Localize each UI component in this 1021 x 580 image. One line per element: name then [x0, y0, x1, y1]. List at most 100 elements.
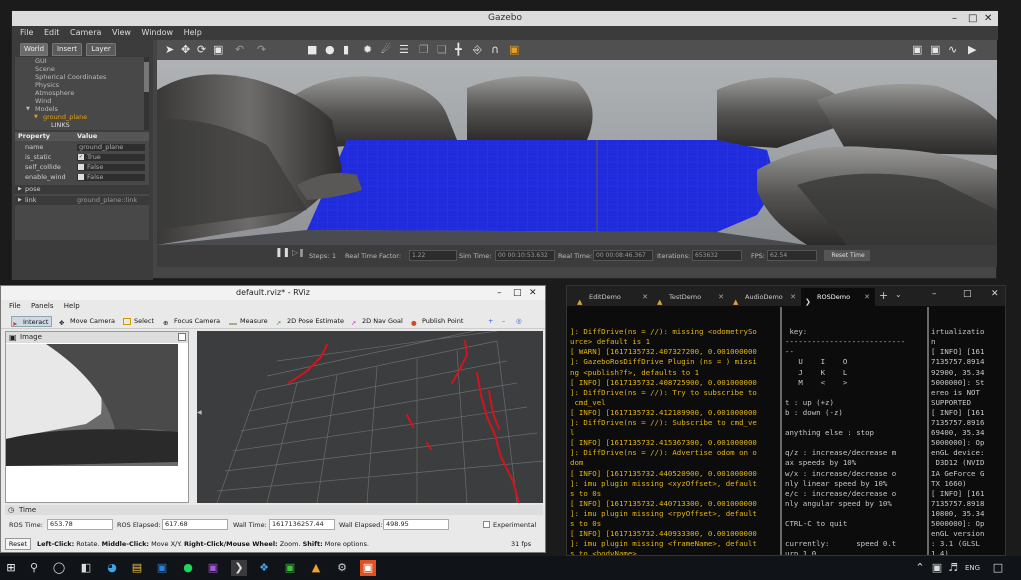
select-arrow-icon[interactable]: ➤	[165, 44, 174, 56]
close-icon[interactable]: ✕	[984, 11, 992, 26]
terminal-pane-gazebo-log[interactable]: ]: DiffDrive(ns = //): missing <odometry…	[570, 307, 778, 555]
gear-app-icon[interactable]: ⚙	[334, 560, 350, 576]
collapse-left-icon[interactable]: ◀	[197, 409, 203, 416]
translate-icon[interactable]: ✥	[181, 44, 190, 56]
minimize-icon[interactable]: –	[952, 11, 957, 26]
close-tab-icon[interactable]: ✕	[718, 288, 724, 306]
close-icon[interactable]: ✕	[529, 286, 537, 300]
panel-close-icon[interactable]	[178, 333, 186, 341]
remove-tool-icon[interactable]: –	[491, 316, 505, 327]
undo-icon[interactable]: ↶	[235, 44, 244, 56]
tool-interact[interactable]: ➤ Interact	[11, 316, 53, 328]
menu-view[interactable]: View	[112, 28, 131, 37]
onenote-icon[interactable]: ▣	[205, 560, 221, 576]
property-value[interactable]: ✓ True	[77, 154, 145, 161]
search-icon[interactable]: ⚲	[26, 560, 42, 576]
maximize-icon[interactable]: □	[513, 286, 522, 300]
terminal-pane-teleop[interactable]: key: --------------------------- -- U I …	[785, 307, 925, 555]
tab-testdemo[interactable]: ▲ TestDemo ✕	[653, 288, 729, 306]
ros-elapsed-field[interactable]: 617.68	[162, 519, 228, 530]
tab-audiodemo[interactable]: ▲ AudioDemo ✕	[729, 288, 801, 306]
copy-icon[interactable]: ❐	[419, 44, 429, 56]
menu-window[interactable]: Window	[141, 28, 173, 37]
checkbox-unchecked-icon[interactable]	[78, 164, 84, 170]
tree-scrollbar[interactable]	[144, 57, 149, 130]
terminal-taskbar-icon[interactable]: ❯	[231, 560, 247, 576]
scale-icon[interactable]: ▣	[213, 44, 223, 56]
expand-arrow-icon[interactable]: ▼	[26, 105, 30, 113]
language-indicator[interactable]: ENG	[965, 564, 980, 572]
checkbox-checked-icon[interactable]: ✓	[78, 154, 84, 160]
tree-item-physics[interactable]: Physics	[15, 81, 149, 89]
tray-arrow-icon[interactable]: ⌃	[912, 560, 928, 576]
tool-2d-pose-estimate[interactable]: ➚ 2D Pose Estimate	[276, 316, 344, 327]
start-icon[interactable]: ⊞	[3, 560, 19, 576]
outlook-icon[interactable]: ▣	[154, 560, 170, 576]
pause-icon[interactable]: ❚❚	[275, 248, 290, 258]
align-icon[interactable]: ╋	[455, 44, 462, 56]
network-icon[interactable]: ▣	[929, 560, 945, 576]
tab-insert[interactable]: Insert	[52, 43, 82, 56]
tool-focus-camera[interactable]: ⊕ Focus Camera	[163, 316, 220, 327]
expand-arrow-icon[interactable]: ▼	[34, 113, 38, 121]
minimize-icon[interactable]: –	[497, 286, 502, 300]
tab-dropdown-icon[interactable]: ⌄	[895, 290, 902, 299]
experimental-checkbox[interactable]	[483, 521, 490, 528]
cylinder-shape-icon[interactable]: ▮	[343, 44, 349, 56]
file-explorer-icon[interactable]: ▤	[129, 560, 145, 576]
record-icon[interactable]: ▣	[930, 44, 940, 56]
rotate-icon[interactable]: ⟳	[197, 44, 206, 56]
expand-right-icon[interactable]: ▶	[18, 196, 22, 205]
menu-camera[interactable]: Camera	[70, 28, 101, 37]
tool-settings-icon[interactable]: ◎	[505, 316, 522, 327]
property-value[interactable]: ground_plane	[77, 144, 145, 151]
reset-button[interactable]: Reset	[5, 538, 31, 550]
menu-panels[interactable]: Panels	[31, 302, 54, 310]
reset-time-button[interactable]: Reset Time	[824, 250, 870, 261]
pane-divider[interactable]	[927, 307, 929, 555]
step-icon[interactable]: ▷❚	[292, 248, 305, 258]
tool-move-camera[interactable]: ✥ Move Camera	[59, 316, 115, 327]
tree-item-spherical[interactable]: Spherical Coordinates	[15, 73, 149, 81]
orange-app-icon[interactable]: ▲	[308, 560, 324, 576]
wall-time-field[interactable]: 1617136257.44	[269, 519, 335, 530]
screenshot-icon[interactable]: ▣	[912, 44, 922, 56]
property-value[interactable]: False	[77, 164, 145, 171]
tool-measure[interactable]: Measure	[229, 316, 268, 327]
checkbox-unchecked-icon[interactable]	[78, 174, 84, 180]
maximize-icon[interactable]: □	[968, 11, 977, 26]
point-light-icon[interactable]: ✹	[363, 44, 372, 56]
close-tab-icon[interactable]: ✕	[790, 288, 796, 306]
magnet-icon[interactable]: ∩	[491, 44, 499, 56]
menu-edit[interactable]: Edit	[44, 28, 60, 37]
spotify-icon[interactable]: ●	[180, 560, 196, 576]
gazebo-3d-viewport[interactable]	[157, 60, 997, 245]
new-tab-icon[interactable]: +	[879, 289, 888, 302]
orange-select-icon[interactable]: ▣	[509, 44, 519, 56]
tab-editdemo[interactable]: ▲ EditDemo ✕	[573, 288, 653, 306]
tool-2d-nav-goal[interactable]: ➚ 2D Nav Goal	[351, 316, 403, 327]
box-shape-icon[interactable]: ■	[307, 44, 317, 56]
close-icon[interactable]: ✕	[991, 289, 999, 299]
close-tab-icon[interactable]: ✕	[864, 288, 870, 306]
red-app-icon[interactable]: ▣	[360, 560, 376, 576]
menu-help[interactable]: Help	[64, 302, 80, 310]
paste-icon[interactable]: ❏	[437, 44, 447, 56]
ros-time-field[interactable]: 653.78	[47, 519, 113, 530]
sphere-shape-icon[interactable]: ●	[325, 44, 335, 56]
tool-publish-point[interactable]: ● Publish Point	[411, 316, 463, 327]
snap-icon[interactable]: ⎆	[473, 44, 482, 56]
edge-icon[interactable]: ◕	[104, 560, 120, 576]
tree-item-ground-plane[interactable]: ▼ ground_plane	[15, 113, 149, 121]
tab-rosdemo[interactable]: ❯ ROSDemo ✕	[801, 288, 875, 306]
tree-item-wind[interactable]: Wind	[15, 97, 149, 105]
task-switch-icon[interactable]: ◧	[78, 560, 94, 576]
maximize-icon[interactable]: □	[963, 289, 972, 299]
tree-item-gui[interactable]: GUI	[15, 57, 149, 65]
expand-right-icon[interactable]: ▶	[18, 185, 22, 194]
rviz-3d-view[interactable]: ◀	[197, 331, 543, 503]
video-record-icon[interactable]: ▶	[968, 44, 976, 56]
task-view-icon[interactable]: ◯	[51, 560, 67, 576]
redo-icon[interactable]: ↷	[257, 44, 266, 56]
plot-icon[interactable]: ∿	[948, 44, 957, 56]
